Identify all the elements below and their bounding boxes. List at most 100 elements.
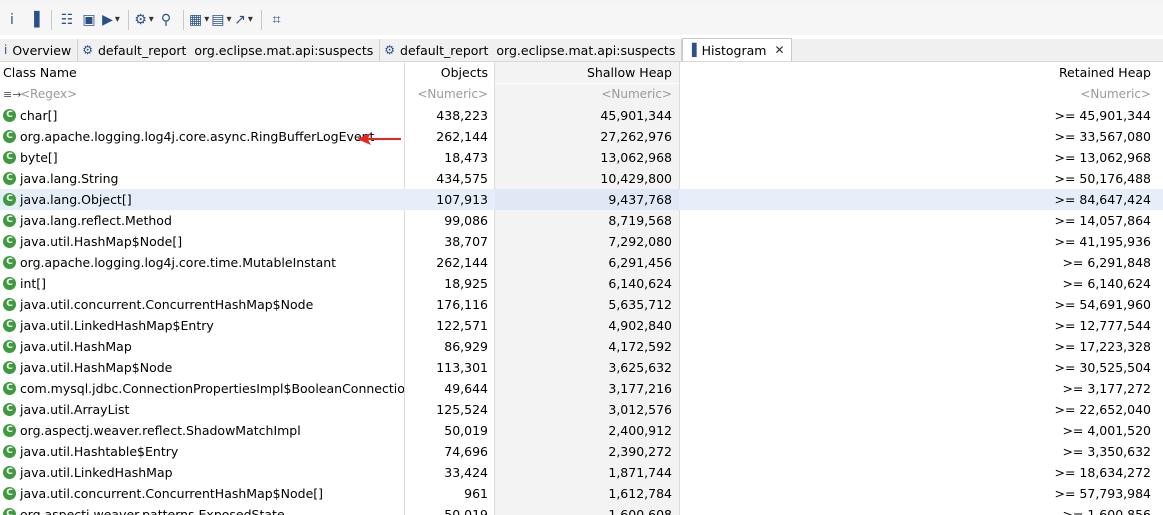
objects-cell: 125,524 — [436, 402, 488, 417]
table-row[interactable]: Cjava.util.LinkedHashMap 33,424 1,871,744 >… — [0, 462, 1163, 483]
shallow-heap-cell: 3,625,632 — [495, 357, 679, 378]
table-row[interactable]: Cjava.util.HashMap$Node[] 38,707 7,292,080… — [0, 231, 1163, 252]
objects-cell: 438,223 — [436, 108, 488, 123]
tab-histogram[interactable]: ▐ Histogram ✕ — [682, 38, 792, 61]
objects-cell: 50,019 — [444, 423, 488, 438]
tab-default_report[interactable]: ⚙ default_report org.eclipse.mat.api:susp… — [380, 39, 683, 61]
table-row[interactable]: Cjava.util.concurrent.ConcurrentHashMap$… — [0, 483, 1163, 504]
export-icon: ↗ — [234, 11, 246, 28]
objects-cell: 99,086 — [444, 213, 488, 228]
table-row[interactable]: Corg.aspectj.weaver.patterns.ExposedStat… — [0, 504, 1163, 515]
class-name-text: java.util.LinkedHashMap — [20, 465, 173, 480]
run-report-button[interactable]: ▶ — [101, 8, 121, 32]
info-icon: i — [10, 11, 14, 28]
compare-button[interactable]: ⌗ — [267, 8, 287, 32]
shallow-heap-cell: 3,177,216 — [495, 378, 679, 399]
export-button[interactable]: ↗ — [234, 8, 254, 32]
regex-filter-placeholder: <Regex> — [20, 87, 78, 101]
table-row[interactable]: Cchar[] 438,223 45,901,344 >= 45,901,344 — [0, 105, 1163, 126]
report-icon: ⚙ — [82, 43, 93, 57]
table-row[interactable]: Cjava.lang.Object[] 107,913 9,437,768 >= 84… — [0, 189, 1163, 210]
objects-cell: 262,144 — [436, 129, 488, 144]
class-icon: C — [3, 319, 16, 332]
objects-cell: 122,571 — [436, 318, 488, 333]
filter-class-name[interactable]: ≡→<Regex> — [0, 84, 404, 105]
oql-button[interactable]: ▣ — [79, 8, 99, 32]
class-name-cell: Cjava.util.concurrent.ConcurrentHashMap$… — [0, 483, 404, 504]
class-icon: C — [3, 193, 16, 206]
regex-filter-icon: ≡→ — [3, 88, 22, 101]
search-button[interactable]: ⚲ — [156, 8, 176, 32]
shallow-heap-cell: 45,901,344 — [495, 105, 679, 126]
column-header-objects[interactable]: Objects — [405, 62, 494, 83]
column-header-class-name[interactable]: Class Name — [0, 62, 404, 83]
table-row[interactable]: Cjava.util.concurrent.ConcurrentHashMap$… — [0, 294, 1163, 315]
table-row[interactable]: Cbyte[] 18,473 13,062,968 >= 13,062,968 — [0, 147, 1163, 168]
toolbar-separator — [51, 9, 52, 30]
shallow-heap-cell: 4,902,840 — [495, 315, 679, 336]
class-icon: C — [3, 130, 16, 143]
shallow-heap-cell: 6,140,624 — [495, 273, 679, 294]
heap-dump-button[interactable]: ⚙ — [134, 8, 154, 32]
retained-heap-cell: >= 57,793,984 — [1054, 486, 1152, 501]
class-name-text: java.util.HashMap$Node — [20, 360, 173, 375]
table-row[interactable]: Cjava.util.HashMap 86,929 4,172,592 >= 17,2… — [0, 336, 1163, 357]
objects-cell: 49,644 — [444, 381, 488, 396]
table-row[interactable]: Cjava.lang.String 434,575 10,429,800 >= 50,… — [0, 168, 1163, 189]
class-name-cell: Cjava.util.HashMap$Node — [0, 357, 404, 378]
table-row[interactable]: Cjava.util.ArrayList 125,524 3,012,576 >= 2… — [0, 399, 1163, 420]
close-tab-icon[interactable]: ✕ — [774, 43, 784, 57]
toolbar-separator — [260, 9, 262, 30]
histogram-button[interactable]: ▐ — [24, 8, 44, 32]
table-row[interactable]: Corg.apache.logging.log4j.core.async.Rin… — [0, 126, 1163, 147]
retained-heap-cell: >= 18,634,272 — [1054, 465, 1152, 480]
table-row[interactable]: Cint[] 18,925 6,140,624 >= 6,140,624 — [0, 273, 1163, 294]
table-header-row: Class Name Objects ˇShallow Heap Retaine… — [0, 62, 1163, 83]
shallow-heap-cell: 2,400,912 — [495, 420, 679, 441]
shallow-heap-cell: 6,291,456 — [495, 252, 679, 273]
table-row[interactable]: Cjava.util.LinkedHashMap$Entry 122,571 4,9… — [0, 315, 1163, 336]
filter-shallow-heap[interactable]: <Numeric> — [495, 84, 679, 105]
objects-cell: 18,925 — [444, 276, 488, 291]
table-row[interactable]: Ccom.mysql.jdbc.ConnectionPropertiesImpl… — [0, 378, 1163, 399]
group-by-button[interactable]: ▦ — [189, 8, 209, 32]
table-row[interactable]: Corg.apache.logging.log4j.core.time.Muta… — [0, 252, 1163, 273]
run-report-icon: ▶ — [102, 11, 113, 28]
objects-cell: 961 — [464, 486, 488, 501]
toolbar-separator — [183, 9, 184, 30]
filter-objects[interactable]: <Numeric> — [405, 84, 494, 105]
report-icon: ⚙ — [384, 43, 396, 57]
shallow-heap-cell: 1,871,744 — [495, 462, 679, 483]
table-row[interactable]: Cjava.lang.reflect.Method 99,086 8,719,568… — [0, 210, 1163, 231]
retained-heap-cell: >= 50,176,488 — [1054, 171, 1152, 186]
objects-cell: 33,424 — [444, 465, 488, 480]
dominator-tree-button[interactable]: ☷ — [57, 8, 77, 32]
shallow-heap-cell: 3,012,576 — [495, 399, 679, 420]
class-name-cell: Corg.aspectj.weaver.patterns.ExposedStat… — [0, 504, 404, 515]
class-icon: C — [3, 487, 16, 500]
class-name-text: org.apache.logging.log4j.core.time.Mutab… — [20, 255, 337, 270]
table-row[interactable]: Cjava.util.Hashtable$Entry 74,696 2,390,27… — [0, 441, 1163, 462]
class-name-cell: Cjava.util.ArrayList — [0, 399, 404, 420]
retained-heap-cell: >= 33,567,080 — [1054, 129, 1152, 144]
objects-cell: 434,575 — [436, 171, 488, 186]
calculate-button[interactable]: ▤ — [211, 8, 231, 32]
objects-cell: 176,116 — [436, 297, 488, 312]
filter-retained-heap[interactable]: <Numeric> — [680, 84, 1163, 105]
table-row[interactable]: Corg.aspectj.weaver.reflect.ShadowMatchI… — [0, 420, 1163, 441]
retained-heap-cell: >= 17,223,328 — [1054, 339, 1152, 354]
column-header-shallow-heap[interactable]: ˇShallow Heap — [495, 62, 679, 83]
info-button[interactable]: i — [2, 8, 22, 32]
class-icon: C — [3, 424, 16, 437]
objects-cell: 38,707 — [444, 234, 488, 249]
column-header-retained-heap[interactable]: Retained Heap — [680, 62, 1163, 83]
class-name-cell: Corg.apache.logging.log4j.core.async.Rin… — [0, 126, 404, 147]
retained-heap-cell: >= 14,057,864 — [1054, 213, 1152, 228]
class-name-text: java.lang.String — [20, 171, 119, 186]
retained-heap-cell: >= 4,001,520 — [1062, 423, 1151, 438]
histogram-icon: ▐ — [28, 11, 40, 28]
tab-default_report[interactable]: ⚙ default_report org.eclipse.mat.api:susp… — [78, 39, 381, 61]
tab-overview[interactable]: i Overview — [0, 39, 79, 61]
class-name-text: byte[] — [20, 150, 58, 165]
table-row[interactable]: Cjava.util.HashMap$Node 113,301 3,625,632 >… — [0, 357, 1163, 378]
